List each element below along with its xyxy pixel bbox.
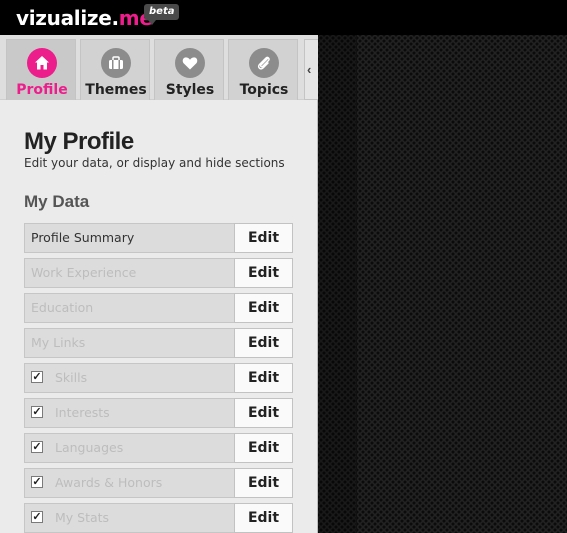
- tab-styles[interactable]: Styles: [154, 39, 224, 100]
- chevron-left-icon: ‹: [307, 62, 312, 77]
- row-label: My Stats: [24, 503, 235, 533]
- data-row-my-stats: My Stats ✓ Edit: [24, 503, 293, 533]
- edit-my-links-button[interactable]: Edit: [234, 328, 293, 358]
- edit-awards-honors-button[interactable]: Edit: [234, 468, 293, 498]
- data-row-work-experience: Work Experience Edit: [24, 258, 293, 288]
- row-label: My Links: [24, 328, 235, 358]
- tab-topics-label: Topics: [239, 82, 289, 98]
- row-label: Interests: [24, 398, 235, 428]
- row-label: Awards & Honors: [24, 468, 235, 498]
- data-row-skills: Skills ✓ Edit: [24, 363, 293, 393]
- briefcase-icon: [101, 48, 131, 78]
- edit-skills-button[interactable]: Edit: [234, 363, 293, 393]
- row-label: Education: [24, 293, 235, 323]
- heart-icon: [175, 48, 205, 78]
- tab-themes-label: Themes: [85, 82, 147, 98]
- languages-visibility-checkbox[interactable]: ✓: [31, 441, 43, 453]
- awards-visibility-checkbox[interactable]: ✓: [31, 476, 43, 488]
- row-label: Work Experience: [24, 258, 235, 288]
- data-row-interests: Interests ✓ Edit: [24, 398, 293, 428]
- row-label: Profile Summary: [24, 223, 235, 253]
- data-row-education: Education Edit: [24, 293, 293, 323]
- app-logo[interactable]: vizualize.me: [16, 6, 153, 30]
- tab-themes[interactable]: Themes: [80, 39, 150, 100]
- tab-profile[interactable]: Profile: [6, 39, 76, 100]
- edit-my-stats-button[interactable]: Edit: [234, 503, 293, 533]
- row-label: Languages: [24, 433, 235, 463]
- tab-styles-label: Styles: [165, 82, 215, 98]
- row-label: Skills: [24, 363, 235, 393]
- edit-languages-button[interactable]: Edit: [234, 433, 293, 463]
- collapse-panel-button[interactable]: ‹: [304, 39, 318, 100]
- page-subtitle: Edit your data, or display and hide sect…: [24, 156, 285, 170]
- tab-bar: Profile Themes Styles Topics ‹: [0, 35, 318, 100]
- logo-text: vizualize.: [16, 6, 119, 30]
- data-row-languages: Languages ✓ Edit: [24, 433, 293, 463]
- data-row-my-links: My Links Edit: [24, 328, 293, 358]
- edit-education-button[interactable]: Edit: [234, 293, 293, 323]
- home-icon: [27, 48, 57, 78]
- my-stats-visibility-checkbox[interactable]: ✓: [31, 511, 43, 523]
- canvas-divider: [356, 35, 357, 533]
- edit-interests-button[interactable]: Edit: [234, 398, 293, 428]
- tab-profile-label: Profile: [16, 82, 68, 98]
- interests-visibility-checkbox[interactable]: ✓: [31, 406, 43, 418]
- canvas-shadow: [318, 35, 356, 533]
- beta-badge: beta: [144, 4, 180, 25]
- edit-profile-summary-button[interactable]: Edit: [234, 223, 293, 253]
- editor-panel: Profile Themes Styles Topics ‹ My Profil…: [0, 35, 318, 533]
- page-title: My Profile: [24, 128, 134, 155]
- paperclip-icon: [249, 48, 279, 78]
- skills-visibility-checkbox[interactable]: ✓: [31, 371, 43, 383]
- section-title: My Data: [24, 192, 90, 211]
- data-row-awards-honors: Awards & Honors ✓ Edit: [24, 468, 293, 498]
- top-bar: vizualize.me beta: [0, 0, 567, 35]
- data-row-profile-summary: Profile Summary Edit: [24, 223, 293, 253]
- edit-work-experience-button[interactable]: Edit: [234, 258, 293, 288]
- tab-topics[interactable]: Topics: [228, 39, 298, 100]
